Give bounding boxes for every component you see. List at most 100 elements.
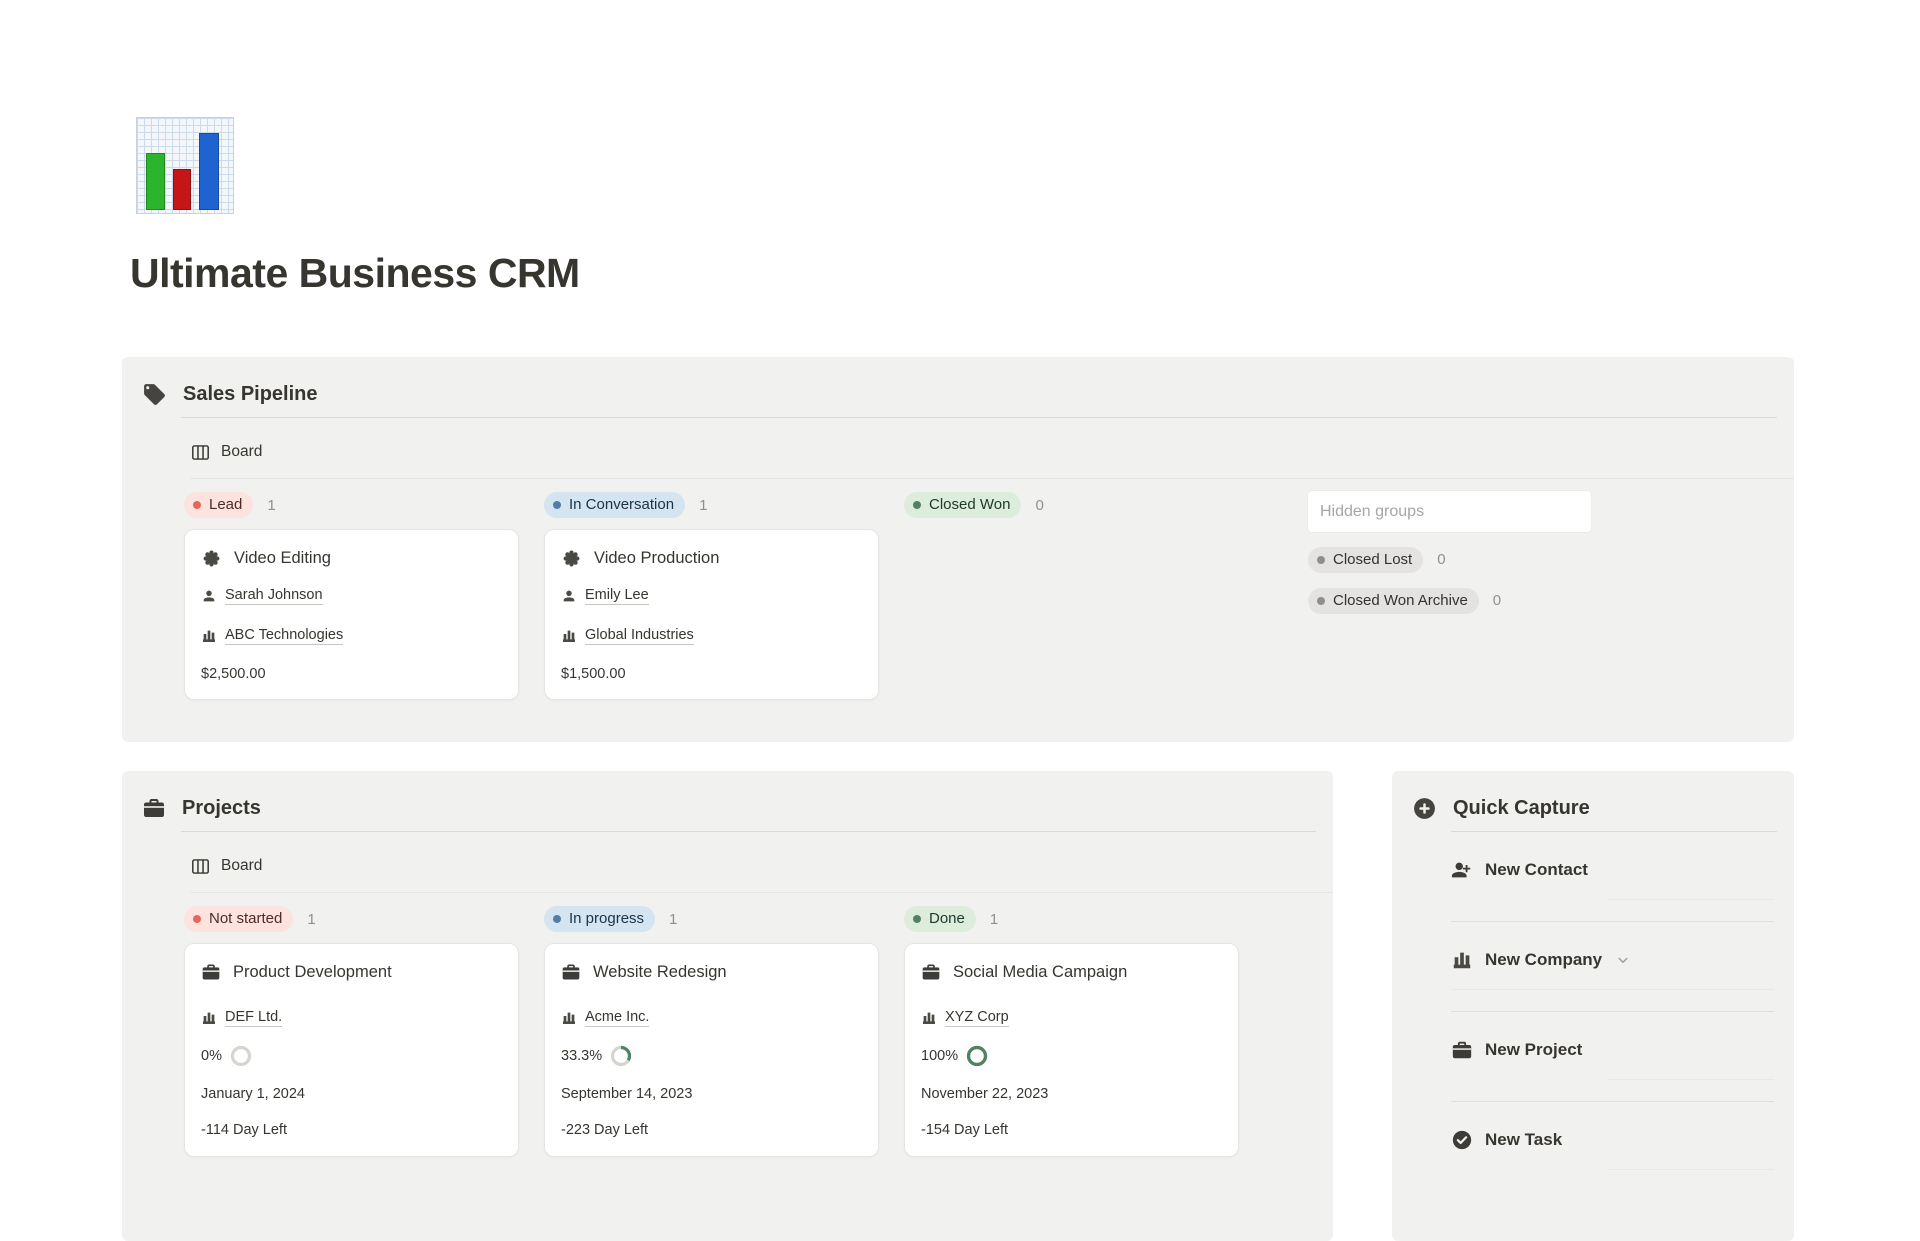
group-pill-closed-won-archive[interactable]: Closed Won Archive bbox=[1308, 588, 1479, 614]
project-date: January 1, 2024 bbox=[201, 1084, 502, 1104]
card-title: Product Development bbox=[233, 963, 392, 982]
progress-ring bbox=[230, 1045, 252, 1067]
board-view-tab[interactable]: Board bbox=[190, 854, 1333, 878]
page-title: Ultimate Business CRM bbox=[130, 250, 580, 297]
project-card-website-redesign[interactable]: Website Redesign Acme Inc. 33.3% Septemb… bbox=[544, 943, 879, 1157]
new-company-button[interactable]: New Company bbox=[1451, 946, 1794, 974]
company-link[interactable]: Global Industries bbox=[585, 627, 694, 645]
company-icon bbox=[201, 1010, 217, 1026]
divider bbox=[181, 831, 1316, 832]
group-pill-in-conversation[interactable]: In Conversation bbox=[544, 492, 685, 518]
sales-card-video-editing[interactable]: Video Editing Sarah Johnson ABC Technolo… bbox=[184, 529, 519, 700]
group-count: 1 bbox=[267, 497, 275, 514]
divider bbox=[1451, 831, 1777, 832]
quick-capture-panel: Quick Capture New Contact New Company Ne… bbox=[1392, 771, 1794, 1241]
divider bbox=[1451, 921, 1774, 922]
plus-circle-icon bbox=[1412, 796, 1437, 821]
board-view-tab[interactable]: Board bbox=[190, 440, 1794, 464]
group-count: 0 bbox=[1035, 497, 1043, 514]
group-pill-closed-won[interactable]: Closed Won bbox=[904, 492, 1021, 518]
company-link[interactable]: Acme Inc. bbox=[585, 1009, 649, 1027]
company-link[interactable]: XYZ Corp bbox=[945, 1009, 1009, 1027]
hidden-groups-box[interactable]: Hidden groups bbox=[1308, 491, 1591, 532]
days-left: -114 Day Left bbox=[201, 1122, 502, 1138]
view-label: Board bbox=[221, 443, 262, 461]
status-dot bbox=[553, 501, 561, 509]
column-closed-won: Closed Won 0 bbox=[904, 491, 1239, 700]
board-icon bbox=[190, 856, 211, 877]
project-card-product-development[interactable]: Product Development DEF Ltd. 0% January … bbox=[184, 943, 519, 1157]
group-count: 0 bbox=[1493, 592, 1501, 609]
new-project-button[interactable]: New Project bbox=[1451, 1036, 1794, 1064]
group-count: 1 bbox=[699, 497, 707, 514]
group-count: 0 bbox=[1437, 551, 1445, 568]
group-pill-lead[interactable]: Lead bbox=[184, 492, 253, 518]
page-icon-bar-chart[interactable] bbox=[136, 117, 234, 214]
group-count: 1 bbox=[307, 911, 315, 928]
progress-percent: 100% bbox=[921, 1048, 958, 1064]
view-label: Board bbox=[221, 857, 262, 875]
status-dot bbox=[913, 915, 921, 923]
new-contact-button[interactable]: New Contact bbox=[1451, 856, 1794, 884]
divider bbox=[1451, 1011, 1774, 1012]
projects-header: Projects bbox=[122, 771, 1333, 822]
contact-link[interactable]: Emily Lee bbox=[585, 587, 649, 605]
person-plus-icon bbox=[1451, 859, 1473, 881]
sales-pipeline-panel: Sales Pipeline Board Lead 1 Video Editin… bbox=[122, 357, 1794, 742]
hidden-groups-section: Hidden groups Closed Lost 0 Closed Won A… bbox=[1308, 491, 1608, 700]
company-icon bbox=[921, 1010, 937, 1026]
status-dot bbox=[193, 501, 201, 509]
column-done: Done 1 Social Media Campaign XYZ Corp 10… bbox=[904, 905, 1239, 1157]
card-title: Video Production bbox=[594, 549, 719, 568]
project-card-social-media-campaign[interactable]: Social Media Campaign XYZ Corp 100% Nove… bbox=[904, 943, 1239, 1157]
column-not-started: Not started 1 Product Development DEF Lt… bbox=[184, 905, 519, 1157]
card-title: Website Redesign bbox=[593, 963, 727, 982]
quick-capture-header: Quick Capture bbox=[1392, 771, 1794, 822]
group-pill-done[interactable]: Done bbox=[904, 906, 976, 932]
board-icon bbox=[190, 442, 211, 463]
bar-chart-blue-bar bbox=[199, 133, 219, 210]
rosette-icon bbox=[561, 548, 582, 569]
chevron-down-icon[interactable] bbox=[1614, 951, 1632, 969]
status-dot bbox=[1317, 597, 1325, 605]
sales-board: Lead 1 Video Editing Sarah Johnson ABC T… bbox=[184, 491, 1794, 700]
company-link[interactable]: ABC Technologies bbox=[225, 627, 343, 645]
deal-amount: $2,500.00 bbox=[201, 666, 502, 682]
progress-percent: 0% bbox=[201, 1048, 222, 1064]
person-icon bbox=[201, 588, 217, 604]
divider bbox=[190, 892, 1333, 893]
progress-percent: 33.3% bbox=[561, 1048, 602, 1064]
bar-chart-green-bar bbox=[146, 153, 165, 210]
sales-card-video-production[interactable]: Video Production Emily Lee Global Indust… bbox=[544, 529, 879, 700]
company-icon bbox=[561, 628, 577, 644]
new-task-button[interactable]: New Task bbox=[1451, 1126, 1794, 1154]
contact-link[interactable]: Sarah Johnson bbox=[225, 587, 323, 605]
group-pill-in-progress[interactable]: In progress bbox=[544, 906, 655, 932]
divider bbox=[1607, 1169, 1774, 1170]
group-pill-not-started[interactable]: Not started bbox=[184, 906, 293, 932]
project-date: September 14, 2023 bbox=[561, 1084, 862, 1104]
project-date: November 22, 2023 bbox=[921, 1084, 1222, 1104]
progress-ring bbox=[610, 1045, 632, 1067]
column-in-conversation: In Conversation 1 Video Production Emily… bbox=[544, 491, 879, 700]
status-dot bbox=[913, 501, 921, 509]
progress-ring bbox=[966, 1045, 988, 1067]
group-count: 1 bbox=[669, 911, 677, 928]
person-icon bbox=[561, 588, 577, 604]
divider bbox=[190, 478, 1794, 479]
days-left: -154 Day Left bbox=[921, 1122, 1222, 1138]
company-link[interactable]: DEF Ltd. bbox=[225, 1009, 282, 1027]
check-circle-icon bbox=[1451, 1129, 1473, 1151]
briefcase-icon bbox=[201, 962, 221, 982]
briefcase-icon bbox=[1451, 1039, 1473, 1061]
group-pill-closed-lost[interactable]: Closed Lost bbox=[1308, 547, 1423, 573]
column-in-progress: In progress 1 Website Redesign Acme Inc.… bbox=[544, 905, 879, 1157]
briefcase-icon bbox=[142, 796, 166, 820]
divider bbox=[1607, 899, 1774, 900]
status-dot bbox=[553, 915, 561, 923]
section-title: Quick Capture bbox=[1453, 797, 1590, 820]
company-icon bbox=[201, 628, 217, 644]
sales-pipeline-header: Sales Pipeline bbox=[122, 357, 1794, 408]
rosette-icon bbox=[201, 548, 222, 569]
briefcase-icon bbox=[561, 962, 581, 982]
